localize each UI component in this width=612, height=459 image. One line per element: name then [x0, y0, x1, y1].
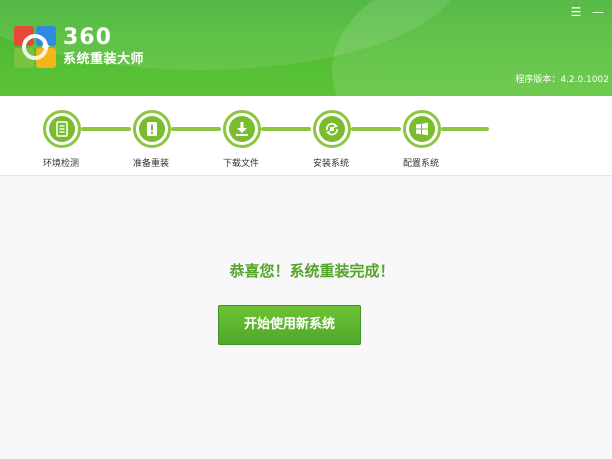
recycle-install-icon: [325, 122, 338, 136]
completion-message: 恭喜您！系统重装完成！: [229, 262, 395, 280]
minimize-button[interactable]: —: [589, 4, 607, 20]
step-2-label: 准备重装: [133, 159, 170, 169]
step-connector: [351, 127, 401, 131]
step-4-label: 安装系统: [313, 159, 350, 169]
step-3-label: 下载文件: [223, 159, 260, 169]
360-logo-icon: [14, 26, 56, 68]
step-connector: [261, 127, 311, 131]
step-1-circle: [43, 110, 81, 148]
brand-number: 360: [63, 25, 112, 50]
header-bar: 360 系统重装大师 ☰ — 程序版本：4.2.0.1002: [0, 0, 612, 96]
step-5-circle: [403, 110, 441, 148]
progress-steps: 环境检测 准备重装 下载文件 安装系统 配置系统: [0, 96, 612, 176]
step-2-circle: [133, 110, 171, 148]
step-connector: [81, 127, 131, 131]
step-4-circle: [313, 110, 351, 148]
step-5-label: 配置系统: [403, 159, 440, 169]
step-1-label: 环境检测: [43, 159, 80, 169]
document-check-icon: [56, 121, 68, 137]
windows-icon: [416, 122, 428, 136]
step-connector: [441, 127, 489, 131]
installer-window: 360 系统重装大师 ☰ — 程序版本：4.2.0.1002 环境检测 准备重装…: [0, 0, 612, 459]
prepare-icon: [147, 122, 157, 136]
brand-name: 系统重装大师: [63, 52, 145, 67]
start-new-system-button[interactable]: 开始使用新系统: [218, 305, 361, 345]
version-label: 程序版本：4.2.0.1002: [515, 75, 609, 85]
menu-button[interactable]: ☰: [567, 4, 585, 20]
step-3-circle: [223, 110, 261, 148]
download-icon: [236, 122, 248, 136]
step-connector: [171, 127, 221, 131]
